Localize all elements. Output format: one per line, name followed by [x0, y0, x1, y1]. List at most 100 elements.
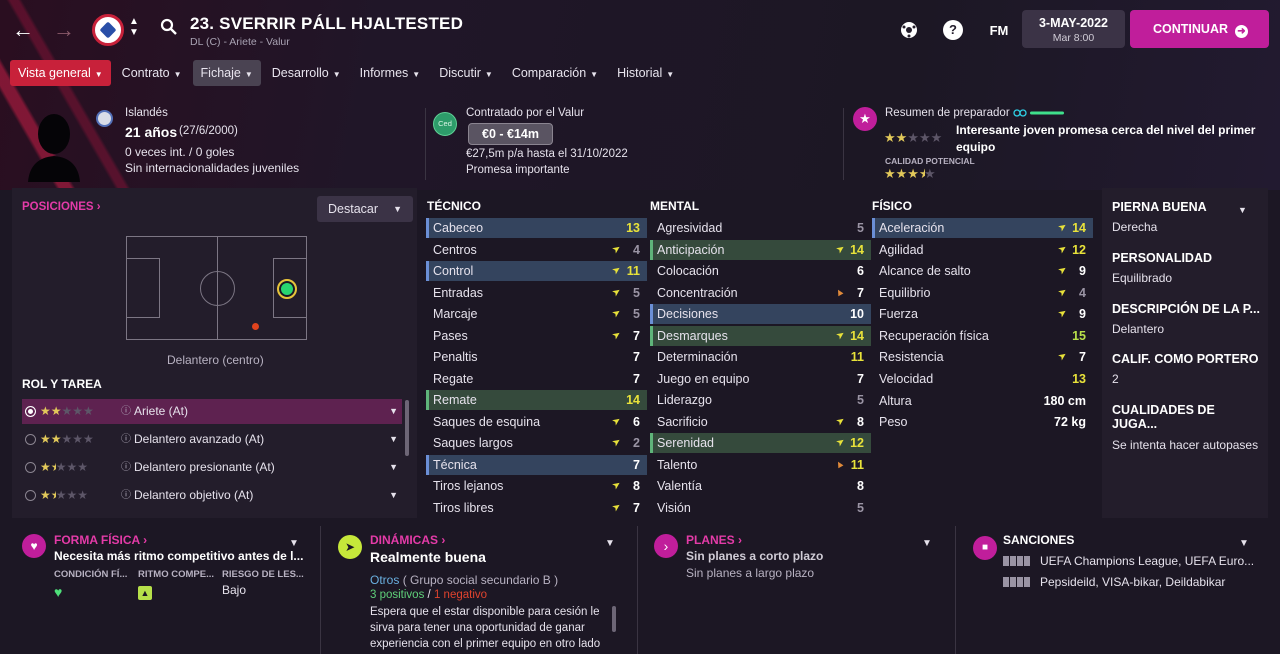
chevron-down-icon[interactable]: ▼: [389, 427, 398, 452]
attribute-value: 8: [857, 479, 864, 493]
role-radio[interactable]: [25, 434, 36, 445]
role-row-delantero-presionante[interactable]: ★★★★★ ⓘDelantero presionante (At) ▼: [22, 455, 402, 480]
attribute-row[interactable]: Pases ➤ 7: [426, 326, 647, 346]
wage: €27,5m p/a hasta el 31/10/2022: [466, 148, 628, 160]
role-row-delantero-avanzado[interactable]: ★★★★★ ⓘ Delantero avanzado (At) ▼: [22, 427, 402, 452]
attribute-row[interactable]: Entradas ➤ 5: [426, 283, 647, 303]
secondary-position-marker[interactable]: [252, 323, 259, 330]
tab-comparacion[interactable]: Comparación ▼: [504, 60, 606, 86]
tab-contrato[interactable]: Contrato ▼: [114, 60, 190, 86]
info-icon: ⓘ: [121, 490, 131, 501]
attribute-row[interactable]: Resistencia ➤ 7: [872, 347, 1093, 367]
natural-position-marker[interactable]: [277, 279, 297, 299]
help-icon[interactable]: ?: [943, 20, 963, 40]
attribute-row[interactable]: Agilidad ➤ 12: [872, 240, 1093, 260]
attribute-row[interactable]: Tiros libres ➤ 7: [426, 498, 647, 518]
role-radio[interactable]: [25, 406, 36, 417]
attribute-row[interactable]: Fuerza ➤ 9: [872, 304, 1093, 324]
dynamics-scrollbar[interactable]: [612, 606, 616, 632]
chevron-down-icon[interactable]: ▼: [389, 399, 398, 424]
attribute-row[interactable]: Saques largos ➤ 2: [426, 433, 647, 453]
chevron-down-icon[interactable]: ▼: [1239, 538, 1249, 549]
attribute-row[interactable]: Cabeceo 13: [426, 218, 647, 238]
attribute-row[interactable]: Equilibrio ➤ 4: [872, 283, 1093, 303]
divider: [320, 526, 321, 654]
dynamics-title[interactable]: DINÁMICAS ›: [370, 533, 445, 547]
role-radio[interactable]: [25, 490, 36, 501]
tab-desarrollo[interactable]: Desarrollo ▼: [264, 60, 349, 86]
chevron-down-icon[interactable]: ▼: [1238, 205, 1247, 215]
role-row-delantero-objetivo[interactable]: ★★★★★ ⓘDelantero objetivo (At) ▼: [22, 483, 402, 508]
tab-fichaje[interactable]: Fichaje ▼: [192, 60, 261, 86]
attribute-row[interactable]: Agresividad 5: [650, 218, 871, 238]
positions-title[interactable]: POSICIONES ›: [22, 201, 101, 213]
attribute-row[interactable]: Sacrificio ➤ 8: [650, 412, 871, 432]
traits-title: CUALIDADES DE JUGA...: [1112, 403, 1215, 431]
back-arrow-icon[interactable]: ←: [11, 18, 35, 42]
attribute-row[interactable]: Valentía 8: [650, 476, 871, 496]
attribute-row[interactable]: Remate 14: [426, 390, 647, 410]
tab-vista-general[interactable]: Vista general ▼: [10, 60, 111, 86]
dynamics-description: Espera que el estar disponible para cesi…: [370, 606, 601, 650]
forward-arrow-icon[interactable]: →: [52, 18, 76, 42]
attribute-row[interactable]: Liderazgo 5: [650, 390, 871, 410]
fm-menu-button[interactable]: FM: [985, 20, 1013, 42]
attribute-row[interactable]: Desmarques ➤ 14: [650, 325, 871, 346]
attribute-row[interactable]: Centros ➤ 4: [426, 240, 647, 260]
attribute-row[interactable]: Anticipación ➤ 14: [650, 239, 871, 260]
tab-historial[interactable]: Historial ▼: [609, 60, 682, 86]
attribute-row[interactable]: Colocación 6: [650, 261, 871, 281]
roles-scrollbar[interactable]: [405, 400, 409, 456]
attribute-row[interactable]: Juego en equipo 7: [650, 369, 871, 389]
chevron-down-icon: ▼: [484, 70, 493, 79]
attribute-row[interactable]: Regate 7: [426, 369, 647, 389]
attribute-name: Determinación: [657, 350, 738, 364]
football-icon[interactable]: [898, 19, 920, 41]
search-icon[interactable]: [160, 18, 178, 36]
attribute-row[interactable]: Técnica 7: [426, 454, 647, 475]
continue-button[interactable]: CONTINUAR ➜: [1130, 10, 1269, 48]
attribute-row[interactable]: Recuperación física 15: [872, 326, 1093, 346]
chevron-right-icon: ›: [654, 534, 678, 558]
role-row-ariete[interactable]: ★★★★★ ⓘ Ariete (At) ▼: [22, 399, 402, 424]
attribute-row[interactable]: Marcaje ➤ 5: [426, 304, 647, 324]
attribute-row[interactable]: Saques de esquina ➤ 6: [426, 412, 647, 432]
attribute-name: Anticipación: [657, 242, 725, 257]
continue-label: CONTINUAR: [1153, 22, 1228, 36]
attribute-row[interactable]: Penaltis 7: [426, 347, 647, 367]
trend-arrow-icon: ➤: [833, 328, 848, 343]
attribute-row[interactable]: Alcance de salto ➤ 9: [872, 261, 1093, 281]
chevron-down-icon[interactable]: ▼: [605, 538, 615, 549]
attribute-row[interactable]: Control ➤ 11: [426, 261, 647, 281]
player-switch-icon[interactable]: ▲ ▼: [129, 16, 139, 38]
chevron-down-icon[interactable]: ▼: [389, 483, 398, 508]
role-radio[interactable]: [25, 462, 36, 473]
attribute-row[interactable]: Tiros lejanos ➤ 8: [426, 476, 647, 496]
tab-informes[interactable]: Informes ▼: [352, 60, 429, 86]
sanction-competitions-1: UEFA Champions League, UEFA Euro...: [1040, 554, 1255, 568]
attribute-row[interactable]: Concentración ▲ 7: [650, 283, 871, 303]
club-crest-icon[interactable]: [92, 14, 124, 46]
attribute-row[interactable]: Visión 5: [650, 498, 871, 518]
highlight-dropdown[interactable]: Destacar ▼: [317, 196, 413, 222]
sanction-competitions-2: Pepsideild, VISA-bikar, Deildabikar: [1040, 575, 1226, 589]
date-display[interactable]: 3-MAY-2022 Mar 8:00: [1022, 10, 1125, 48]
plans-title[interactable]: PLANES ›: [686, 533, 742, 547]
chevron-down-icon[interactable]: ▼: [289, 538, 299, 549]
transfer-value[interactable]: €0 - €14m: [468, 123, 553, 145]
attribute-row[interactable]: Aceleración ➤ 14: [872, 218, 1093, 238]
attribute-row[interactable]: Velocidad 13: [872, 369, 1093, 389]
chevron-down-icon[interactable]: ▼: [389, 455, 398, 480]
attribute-value: 5: [857, 393, 864, 407]
attribute-row[interactable]: Decisiones 10: [650, 304, 871, 324]
attribute-name: Entradas: [433, 285, 484, 300]
role-label: Delantero presionante (At): [134, 460, 275, 474]
attribute-row[interactable]: Talento ▲ 11: [650, 455, 871, 475]
attribute-row[interactable]: Determinación 11: [650, 347, 871, 367]
tab-discutir[interactable]: Discutir ▼: [431, 60, 501, 86]
fitness-title[interactable]: FORMA FÍSICA ›: [54, 533, 147, 547]
potential-ability-stars: ★★★★★: [884, 166, 936, 181]
player-subtitle: DL (C) - Ariete - Valur: [190, 36, 290, 48]
chevron-down-icon[interactable]: ▼: [922, 538, 932, 549]
attribute-row[interactable]: Serenidad ➤ 12: [650, 433, 871, 453]
